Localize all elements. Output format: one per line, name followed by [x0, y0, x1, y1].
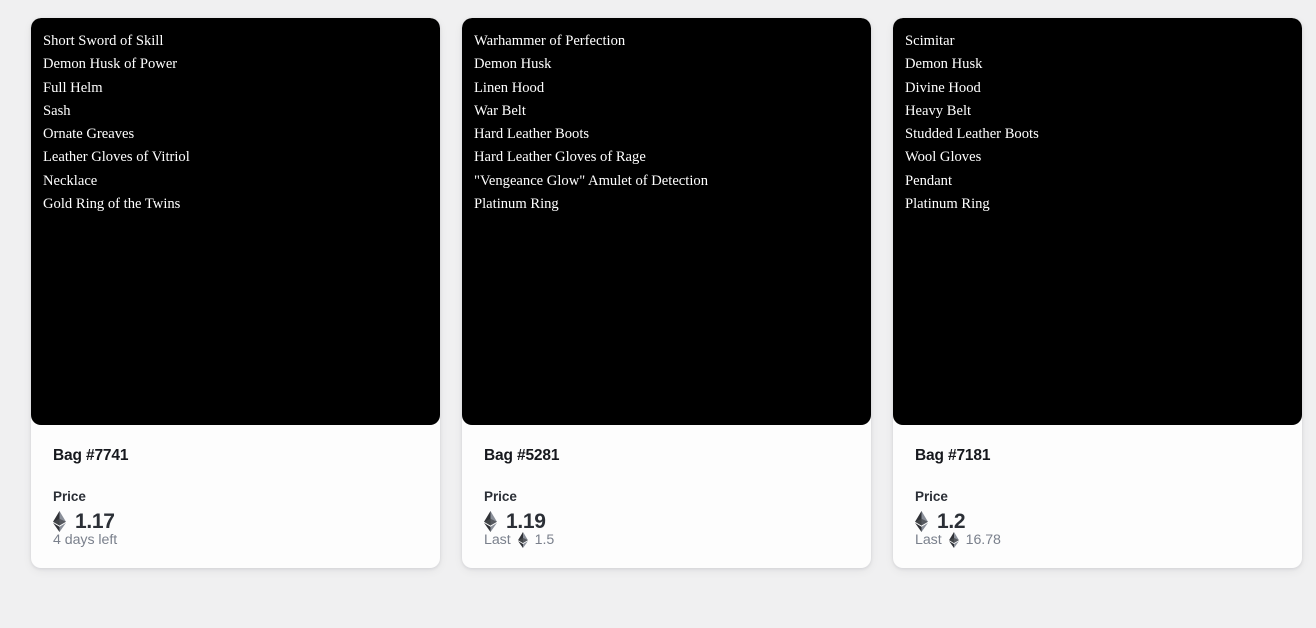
ethereum-icon: [915, 511, 928, 532]
bag-item: Hard Leather Boots: [474, 126, 590, 143]
ethereum-icon: [948, 532, 959, 548]
bag-art-panel: Warhammer of Perfection Demon Husk Linen H…: [462, 18, 871, 425]
bag-item: Heavy Belt: [905, 102, 972, 119]
price-value: 1.2: [937, 510, 966, 533]
price-label: Price: [915, 489, 948, 504]
bag-card-grid: Short Sword of Skill Demon Husk of Power F…: [31, 18, 1302, 568]
bag-item: Short Sword of Skill: [43, 33, 164, 49]
bag-item: Leather Gloves of Vitriol: [43, 149, 190, 166]
bag-item: Linen Hood: [474, 79, 545, 96]
meta-text: 4 days left: [53, 532, 118, 548]
bag-card-body: Bag #7181 Price 1.2 Last 16.78: [893, 425, 1302, 568]
bag-item: Demon Husk of Power: [43, 56, 178, 73]
bag-item: Scimitar: [905, 33, 955, 49]
bag-item: Demon Husk: [474, 56, 552, 73]
bag-card-body: Bag #7741 Price 1.17 4 days left: [31, 425, 440, 568]
bag-item: Hard Leather Gloves of Rage: [474, 149, 646, 166]
bag-item: Ornate Greaves: [43, 126, 135, 143]
ethereum-icon: [53, 511, 66, 532]
ethereum-icon: [517, 532, 528, 548]
bag-item-list: Warhammer of Perfection Demon Husk Linen H…: [474, 30, 859, 216]
bag-card[interactable]: Short Sword of Skill Demon Husk of Power F…: [31, 18, 440, 568]
meta-prefix-label: Last: [484, 532, 511, 548]
bag-item: Necklace: [43, 172, 98, 189]
bag-item: Warhammer of Perfection: [474, 33, 626, 49]
bag-item-list: Short Sword of Skill Demon Husk of Power F…: [43, 30, 428, 216]
bag-item: War Belt: [474, 102, 526, 119]
bag-item: Wool Gloves: [905, 149, 982, 166]
price-label: Price: [484, 489, 517, 504]
bag-item: Full Helm: [43, 79, 103, 96]
bag-meta-row: Last 1.5: [484, 532, 849, 548]
bag-item: Sash: [43, 102, 71, 119]
bag-item: Demon Husk: [905, 56, 983, 73]
price-value: 1.17: [75, 510, 115, 533]
bag-item-list: Scimitar Demon Husk Divine Hood Heavy Belt S…: [905, 30, 1290, 216]
price-row: 1.17: [53, 511, 418, 532]
bag-title: Bag #7181: [915, 447, 991, 464]
bag-title: Bag #7741: [53, 447, 129, 464]
bag-art-panel: Short Sword of Skill Demon Husk of Power F…: [31, 18, 440, 425]
bag-title: Bag #5281: [484, 447, 560, 464]
price-row: 1.19: [484, 511, 849, 532]
bag-item: Pendant: [905, 172, 953, 189]
meta-prefix-label: Last: [915, 532, 942, 548]
bag-item: Gold Ring of the Twins: [43, 196, 181, 213]
bag-meta-row: Last 16.78: [915, 532, 1280, 548]
bag-meta-row: 4 days left: [53, 532, 418, 548]
bag-item: Platinum Ring: [474, 196, 559, 213]
bag-art-panel: Scimitar Demon Husk Divine Hood Heavy Belt S…: [893, 18, 1302, 425]
bag-item: Divine Hood: [905, 79, 981, 96]
meta-text: 16.78: [965, 532, 1001, 548]
bag-card[interactable]: Warhammer of Perfection Demon Husk Linen H…: [462, 18, 871, 568]
price-value: 1.19: [506, 510, 546, 533]
bag-item: Platinum Ring: [905, 196, 990, 213]
bag-item: "Vengeance Glow" Amulet of Detection: [474, 172, 708, 189]
meta-text: 1.5: [534, 532, 555, 548]
bag-card[interactable]: Scimitar Demon Husk Divine Hood Heavy Belt S…: [893, 18, 1302, 568]
price-label: Price: [53, 489, 86, 504]
ethereum-icon: [484, 511, 497, 532]
bag-card-body: Bag #5281 Price 1.19 Last 1.5: [462, 425, 871, 568]
bag-item: Studded Leather Boots: [905, 126, 1039, 143]
price-row: 1.2: [915, 511, 1280, 532]
